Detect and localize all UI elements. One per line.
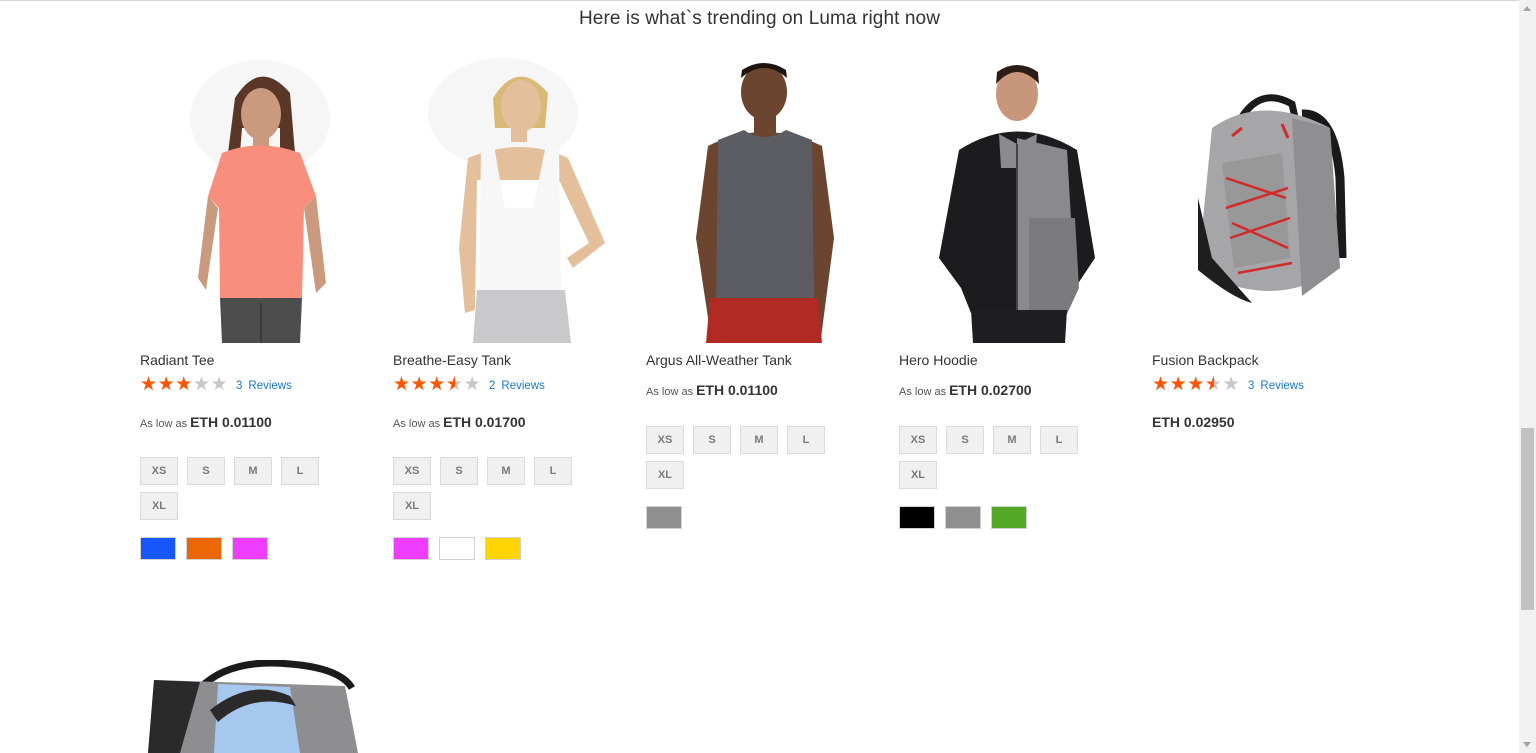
color-swatch[interactable] — [439, 537, 475, 560]
size-option-l[interactable]: L — [1040, 426, 1078, 454]
scrollbar-thumb[interactable] — [1521, 428, 1534, 610]
color-swatch[interactable] — [186, 537, 222, 560]
size-option-m[interactable]: M — [993, 426, 1031, 454]
product-image-radiant-tee[interactable] — [140, 58, 380, 343]
size-option-xs[interactable]: XS — [393, 457, 431, 485]
color-swatch[interactable] — [393, 537, 429, 560]
size-option-m[interactable]: M — [740, 426, 778, 454]
color-swatch[interactable] — [945, 506, 981, 529]
top-divider — [0, 0, 1519, 1]
size-option-xs[interactable]: XS — [899, 426, 937, 454]
size-option-s[interactable]: S — [946, 426, 984, 454]
color-options — [393, 537, 531, 560]
size-option-xs[interactable]: XS — [140, 457, 178, 485]
rating-summary: ★★★★★ ★★★★★ 2Reviews — [393, 374, 545, 396]
reviews-link[interactable]: 3 Reviews — [1248, 380, 1304, 392]
color-options — [899, 506, 1037, 529]
size-options: XS S M L XL — [899, 426, 1099, 496]
size-option-m[interactable]: M — [487, 457, 525, 485]
product-image-breathe-easy-tank[interactable] — [393, 58, 633, 343]
size-option-xl[interactable]: XL — [140, 492, 178, 520]
product-card-fusion-backpack: Fusion Backpack ★★★★★ ★★★★★ 3Reviews ETH… — [1152, 58, 1392, 438]
product-price: As low as ETH 0.02700 — [899, 382, 1032, 398]
scroll-down-arrow-icon[interactable] — [1519, 736, 1536, 753]
product-image-hero-hoodie[interactable] — [899, 58, 1139, 343]
product-image-fusion-backpack[interactable] — [1152, 58, 1392, 343]
size-option-xl[interactable]: XL — [899, 461, 937, 489]
size-option-m[interactable]: M — [234, 457, 272, 485]
size-option-l[interactable]: L — [787, 426, 825, 454]
size-option-l[interactable]: L — [281, 457, 319, 485]
size-options: XS S M L XL — [646, 426, 846, 496]
product-price: As low as ETH 0.01100 — [646, 382, 778, 398]
product-price: As low as ETH 0.01700 — [393, 414, 526, 430]
size-option-s[interactable]: S — [693, 426, 731, 454]
color-swatch[interactable] — [232, 537, 268, 560]
product-card-argus-all-weather-tank: Argus All-Weather Tank As low as ETH 0.01… — [646, 58, 886, 538]
section-heading: Here is what`s trending on Luma right no… — [578, 8, 941, 29]
vertical-scrollbar[interactable] — [1519, 0, 1536, 753]
product-card-radiant-tee: Radiant Tee ★★★★★ ★★★★★ 3Reviews As low … — [140, 58, 380, 568]
size-option-xl[interactable]: XL — [646, 461, 684, 489]
color-swatch[interactable] — [485, 537, 521, 560]
rating-stars-icon: ★★★★★ ★★★★★ — [393, 374, 482, 395]
product-card-breathe-easy-tank: Breathe-Easy Tank ★★★★★ ★★★★★ 2Reviews A… — [393, 58, 633, 568]
product-price: ETH 0.02950 — [1152, 414, 1235, 430]
product-image-messenger-bag[interactable] — [140, 660, 380, 753]
product-image-argus-all-weather-tank[interactable] — [646, 58, 886, 343]
product-name[interactable]: Fusion Backpack — [1152, 352, 1259, 368]
product-price: As low as ETH 0.01100 — [140, 414, 272, 430]
product-name[interactable]: Hero Hoodie — [899, 352, 978, 368]
product-name[interactable]: Breathe-Easy Tank — [393, 352, 511, 368]
rating-stars-icon: ★★★★★ ★★★★★ — [140, 374, 229, 395]
color-swatch[interactable] — [140, 537, 176, 560]
color-options — [646, 506, 692, 529]
reviews-link[interactable]: 2 Reviews — [489, 380, 545, 392]
color-swatch[interactable] — [991, 506, 1027, 529]
rating-summary: ★★★★★ ★★★★★ 3Reviews — [1152, 374, 1304, 396]
reviews-link[interactable]: 3 Reviews — [236, 380, 292, 392]
size-option-s[interactable]: S — [187, 457, 225, 485]
size-option-s[interactable]: S — [440, 457, 478, 485]
product-name[interactable]: Argus All-Weather Tank — [646, 352, 792, 368]
product-card-next-row — [140, 660, 380, 753]
rating-summary: ★★★★★ ★★★★★ 3Reviews — [140, 374, 292, 396]
color-options — [140, 537, 278, 560]
size-options: XS S M L XL — [393, 457, 593, 527]
color-swatch[interactable] — [646, 506, 682, 529]
product-name[interactable]: Radiant Tee — [140, 352, 214, 368]
product-card-hero-hoodie: Hero Hoodie As low as ETH 0.02700 XS S M … — [899, 58, 1139, 538]
size-option-xs[interactable]: XS — [646, 426, 684, 454]
size-option-xl[interactable]: XL — [393, 492, 431, 520]
size-options: XS S M L XL — [140, 457, 340, 527]
color-swatch[interactable] — [899, 506, 935, 529]
rating-stars-icon: ★★★★★ ★★★★★ — [1152, 374, 1241, 395]
scroll-up-arrow-icon[interactable] — [1519, 0, 1536, 17]
size-option-l[interactable]: L — [534, 457, 572, 485]
